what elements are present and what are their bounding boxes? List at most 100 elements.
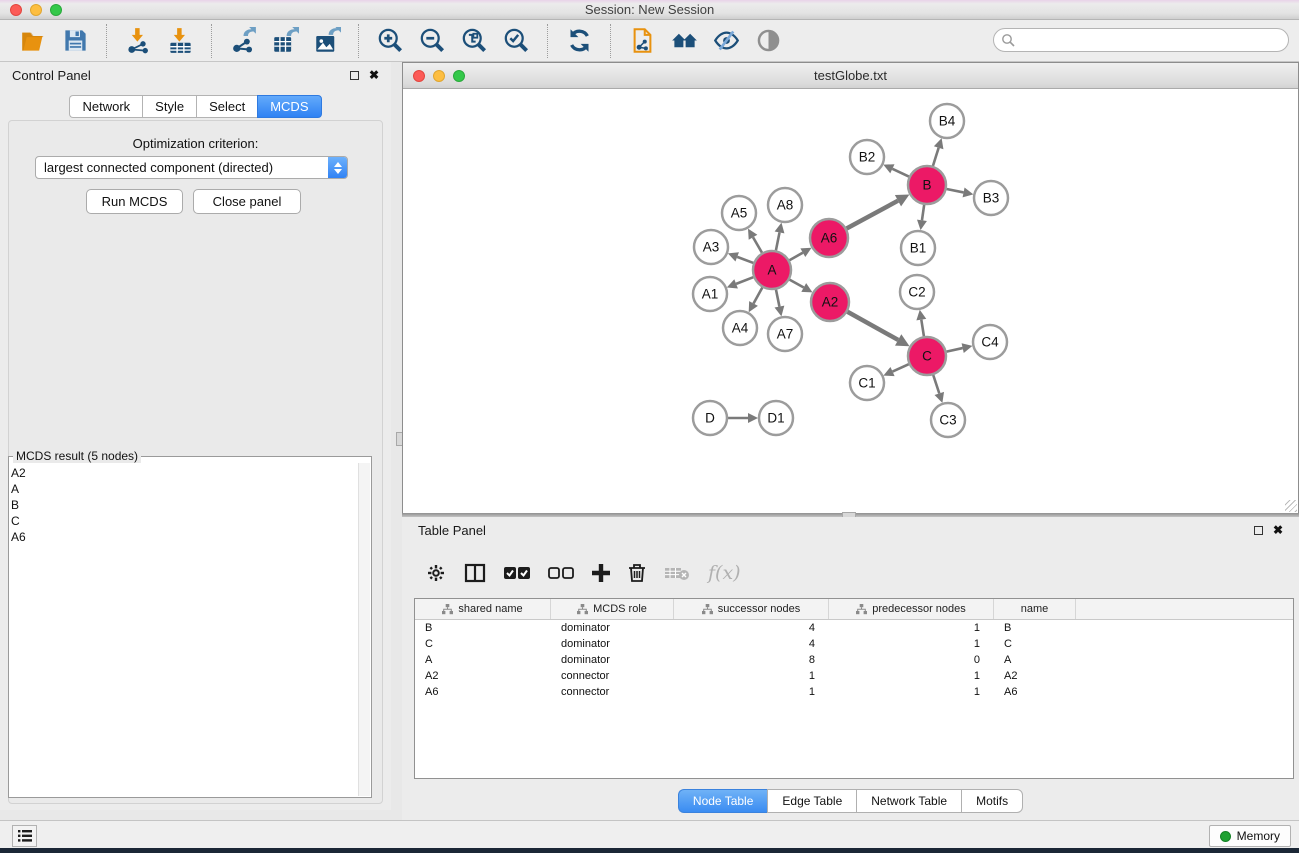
copy-network-icon[interactable] [627,26,657,56]
search-input[interactable] [993,28,1289,52]
cell-MCDS-role[interactable]: dominator [551,620,674,636]
cell-shared-name[interactable]: C [415,636,551,652]
table-row[interactable]: A6connector11A6 [415,684,1293,700]
export-image-icon[interactable] [312,26,342,56]
table-row[interactable]: Bdominator41B [415,620,1293,636]
cell-MCDS-role[interactable]: dominator [551,652,674,668]
delete-table-icon[interactable] [664,565,690,581]
cell-shared-name[interactable]: A6 [415,684,551,700]
cell-name[interactable]: B [994,620,1076,636]
mcds-result-item[interactable]: A [11,481,357,497]
export-network-icon[interactable] [228,26,258,56]
add-column-icon[interactable] [592,564,610,582]
edge-A6-B[interactable] [847,201,898,229]
cell-predecessor-nodes[interactable]: 1 [829,668,994,684]
cell-name[interactable]: A2 [994,668,1076,684]
memory-button[interactable]: Memory [1209,825,1291,847]
table-settings-icon[interactable] [426,563,446,583]
delete-columns-icon[interactable] [628,563,646,583]
import-network-icon[interactable] [123,26,153,56]
cell-MCDS-role[interactable]: connector [551,668,674,684]
cell-MCDS-role[interactable]: dominator [551,636,674,652]
float-table-panel-icon[interactable] [1254,526,1263,535]
column-header-name[interactable]: name [994,599,1076,619]
cell-MCDS-role[interactable]: connector [551,684,674,700]
tab-style[interactable]: Style [142,95,196,118]
column-header-MCDS-role[interactable]: MCDS role [551,599,674,619]
cell-successor-nodes[interactable]: 1 [674,684,829,700]
mcds-result-list[interactable]: A2ABCA6 [11,465,357,795]
export-table-icon[interactable] [270,26,300,56]
network-canvas[interactable]: B4B2BB3B1A5A8A6A3AA1A4A7A2C2CC4C1C3DD1 [403,89,1298,513]
table-row[interactable]: A2connector11A2 [415,668,1293,684]
cell-successor-nodes[interactable]: 1 [674,668,829,684]
tab-network[interactable]: Network [69,95,142,118]
close-panel-icon[interactable]: ✖ [369,69,379,81]
mcds-result-item[interactable]: A6 [11,529,357,545]
cell-predecessor-nodes[interactable]: 1 [829,684,994,700]
mcds-result-item[interactable]: C [11,513,357,529]
edge-A-A4[interactable] [754,288,763,304]
cell-name[interactable]: A [994,652,1076,668]
table-row[interactable]: Cdominator41C [415,636,1293,652]
cell-shared-name[interactable]: A2 [415,668,551,684]
edge-B-B4[interactable] [933,148,939,166]
edge-A-A1[interactable] [736,277,753,284]
network-window-titlebar[interactable]: testGlobe.txt [403,63,1298,89]
cell-successor-nodes[interactable]: 8 [674,652,829,668]
edge-B-B1[interactable] [922,205,924,220]
show-panels-button[interactable] [12,825,37,847]
column-header-successor-nodes[interactable]: successor nodes [674,599,829,619]
edge-B-B3[interactable] [947,189,964,192]
cell-shared-name[interactable]: B [415,620,551,636]
mcds-result-item[interactable]: B [11,497,357,513]
deselect-all-columns-icon[interactable] [548,566,574,580]
cell-shared-name[interactable]: A [415,652,551,668]
cell-predecessor-nodes[interactable]: 0 [829,652,994,668]
edge-A-A5[interactable] [753,237,762,252]
tab-mcds[interactable]: MCDS [257,95,321,118]
run-mcds-button[interactable]: Run MCDS [86,189,183,214]
mcds-result-item[interactable]: A2 [11,465,357,481]
zoom-fit-icon[interactable] [459,26,489,56]
zoom-selected-icon[interactable] [501,26,531,56]
home-network-view-icon[interactable] [669,26,699,56]
import-table-icon[interactable] [165,26,195,56]
show-columns-icon[interactable] [464,563,486,583]
zoom-out-icon[interactable] [417,26,447,56]
float-panel-icon[interactable] [350,71,359,80]
close-panel-button[interactable]: Close panel [193,189,301,214]
refresh-icon[interactable] [564,26,594,56]
tab-motifs[interactable]: Motifs [961,789,1023,813]
table-row[interactable]: Adominator80A [415,652,1293,668]
cell-predecessor-nodes[interactable]: 1 [829,620,994,636]
cell-successor-nodes[interactable]: 4 [674,636,829,652]
edge-A-A2[interactable] [790,280,804,288]
edge-C-C2[interactable] [921,320,924,337]
tab-node-table[interactable]: Node Table [678,789,768,813]
select-all-columns-icon[interactable] [504,566,530,580]
edge-A-A6[interactable] [789,253,802,261]
edge-C-C4[interactable] [947,348,963,352]
column-header-shared-name[interactable]: shared name [415,599,551,619]
close-table-panel-icon[interactable]: ✖ [1273,524,1283,536]
edge-C-C1[interactable] [893,364,909,371]
edge-C-C3[interactable] [933,375,939,393]
column-header-predecessor-nodes[interactable]: predecessor nodes [829,599,994,619]
show-graphics-details-icon[interactable] [753,26,783,56]
save-session-icon[interactable] [60,26,90,56]
edge-A-A3[interactable] [737,257,753,263]
zoom-in-icon[interactable] [375,26,405,56]
tab-select[interactable]: Select [196,95,257,118]
edge-A-A7[interactable] [776,290,779,307]
hide-graphics-details-icon[interactable] [711,26,741,56]
tab-network-table[interactable]: Network Table [856,789,961,813]
edge-B-B2[interactable] [892,169,909,177]
tab-edge-table[interactable]: Edge Table [767,789,856,813]
cell-predecessor-nodes[interactable]: 1 [829,636,994,652]
function-builder-icon[interactable]: f(x) [708,562,741,584]
mcds-result-scrollbar[interactable] [358,463,370,796]
edge-A2-C[interactable] [847,312,898,340]
open-session-icon[interactable] [18,26,48,56]
edge-A-A8[interactable] [776,232,780,250]
